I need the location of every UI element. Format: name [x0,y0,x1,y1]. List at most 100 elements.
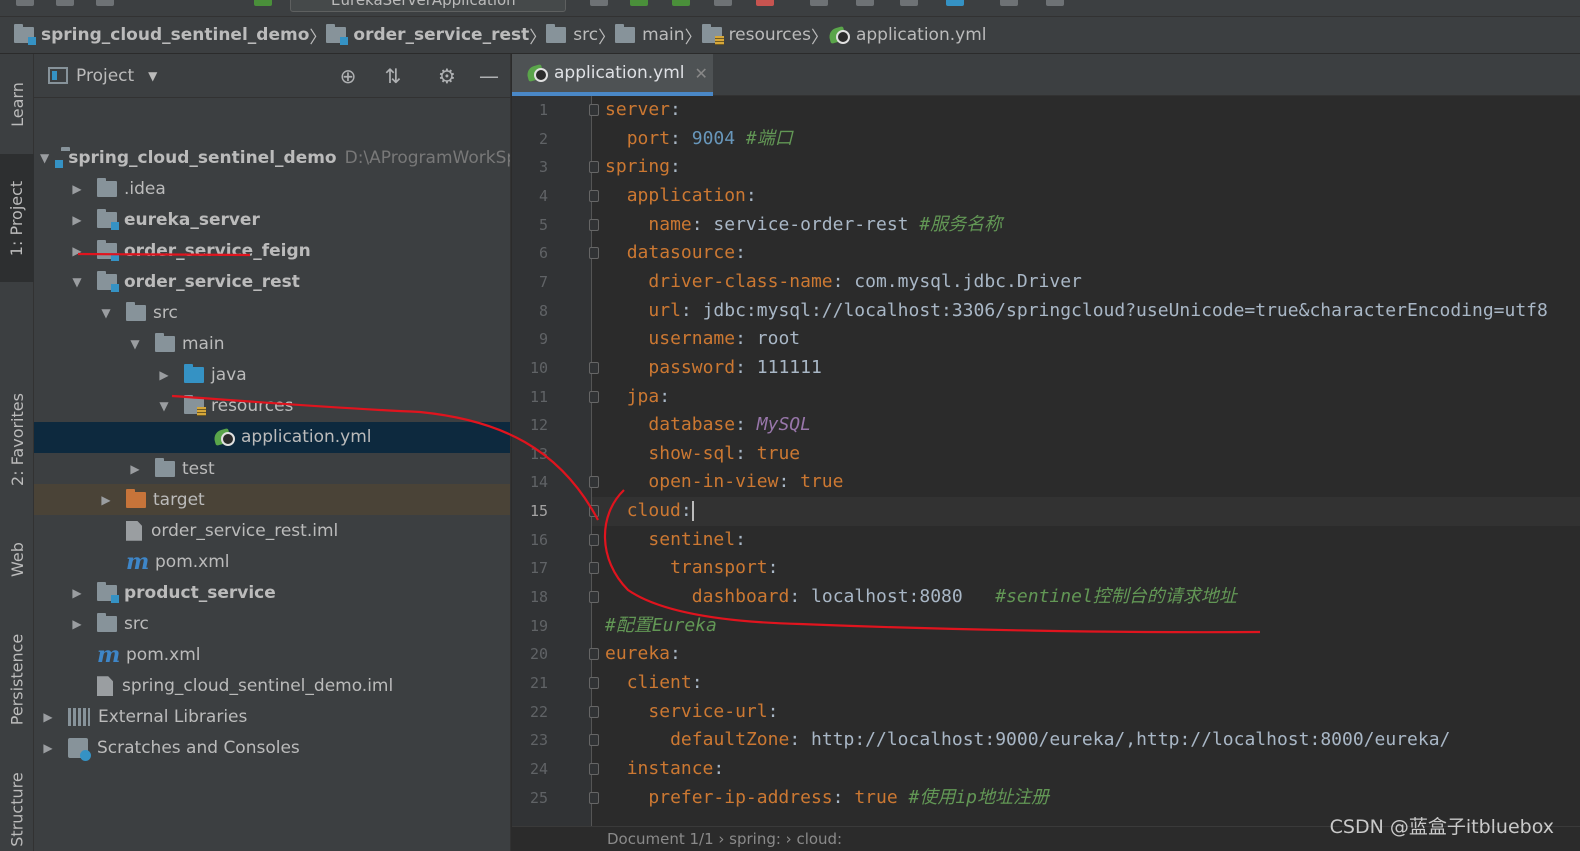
tree-item[interactable]: ▼ src [34,298,510,329]
collapsed-arrow-icon[interactable]: ▶ [69,586,85,600]
update-icon[interactable] [856,0,874,6]
tree-item[interactable]: ▼ main [34,329,510,360]
code-line[interactable]: port: 9004 #端口 [627,125,793,153]
tree-item[interactable]: order_service_rest.iml [34,515,510,546]
run-configuration-selector[interactable]: EurekaServerApplication [290,0,566,12]
breadcrumb-item[interactable]: resources [701,24,811,45]
code-line[interactable]: service-url: [648,698,778,726]
tree-item[interactable]: ▶ Scratches and Consoles [34,733,510,764]
fold-marker-icon[interactable] [589,562,599,575]
minimize-icon[interactable]: — [478,66,500,88]
fold-marker-icon[interactable] [589,161,599,174]
code-line[interactable]: sentinel: [648,526,746,554]
breadcrumb-item[interactable]: src [546,24,598,45]
project-structure-icon[interactable] [946,0,964,6]
stop-icon[interactable] [756,0,774,6]
fold-marker-icon[interactable] [589,505,599,518]
tree-item[interactable]: ▶ product_service [34,577,510,608]
run-icon[interactable] [590,0,608,6]
debug-icon[interactable] [630,0,648,6]
code-line[interactable]: cloud: [627,497,694,525]
code-line[interactable]: prefer-ip-address: true #使用ip地址注册 [648,784,1049,812]
breadcrumb-item[interactable]: application.yml [828,25,986,45]
code-line[interactable]: transport: [670,554,778,582]
collapsed-arrow-icon[interactable]: ▶ [127,462,143,476]
build-icon[interactable] [254,0,272,6]
tree-item[interactable]: ▶ External Libraries [34,702,510,733]
fold-marker-icon[interactable] [589,361,599,374]
code-line[interactable]: eureka: [605,640,681,668]
fold-marker-icon[interactable] [589,591,599,604]
open-icon[interactable] [16,0,34,6]
save-icon[interactable] [56,0,74,6]
tree-item[interactable]: m pom.xml [34,640,510,671]
tree-item[interactable]: ▶ .idea [34,173,510,204]
fold-marker-icon[interactable] [589,104,599,116]
collapsed-arrow-icon[interactable]: ▶ [69,182,85,196]
code-line[interactable]: database: MySQL [648,411,811,439]
code-line[interactable]: defaultZone: http://localhost:9000/eurek… [670,726,1450,754]
tree-item[interactable]: ▶ java [34,360,510,391]
fold-marker-icon[interactable] [589,677,599,689]
fold-marker-icon[interactable] [589,247,599,260]
fold-marker-icon[interactable] [589,476,599,489]
web-tool-tab[interactable]: Web [0,524,34,594]
expanded-arrow-icon[interactable]: ▼ [98,306,114,320]
tree-item[interactable]: ▶ target [34,484,510,516]
breadcrumb-item[interactable]: order_service_rest [326,24,529,45]
fold-marker-icon[interactable] [589,734,599,747]
favorites-tool-tab[interactable]: 2: Favorites [0,374,34,504]
persistence-tool-tab[interactable]: Persistence [0,614,34,744]
breadcrumb-item[interactable]: spring_cloud_sentinel_demo [14,24,309,45]
fold-marker-icon[interactable] [589,218,599,231]
expanded-arrow-icon[interactable]: ▼ [127,337,143,351]
collapsed-arrow-icon[interactable]: ▶ [40,710,56,724]
expanded-arrow-icon[interactable]: ▼ [40,151,49,165]
fold-marker-icon[interactable] [589,390,599,403]
breadcrumb-item[interactable]: main [615,24,685,45]
code-line[interactable]: driver-class-name: com.mysql.jdbc.Driver [648,268,1081,296]
collapsed-arrow-icon[interactable]: ▶ [40,741,56,755]
fold-marker-icon[interactable] [589,762,599,775]
tree-item[interactable]: ▶ test [34,453,510,484]
sync-icon[interactable] [96,0,114,6]
tree-item[interactable]: ▶ src [34,609,510,640]
code-line[interactable]: username: root [648,325,800,353]
tree-item[interactable]: ▼ spring_cloud_sentinel_demo D:\AProgramWo… [34,142,510,173]
vcs-icon[interactable] [810,0,828,6]
project-view-selector[interactable]: Project [76,66,134,86]
search-icon[interactable] [1046,0,1064,6]
expanded-arrow-icon[interactable]: ▼ [156,399,172,413]
learn-tool-tab[interactable]: Learn [0,64,34,144]
locate-file-icon[interactable]: ⊕ [337,66,359,88]
code-line[interactable]: client: [627,669,703,697]
code-line[interactable]: dashboard: localhost:8080 #sentinel控制台的请… [692,583,1237,611]
collapsed-arrow-icon[interactable]: ▶ [69,617,85,631]
commit-icon[interactable] [900,0,918,6]
collapsed-arrow-icon[interactable]: ▶ [69,244,85,258]
terminal-icon[interactable] [1000,0,1018,6]
gear-icon[interactable]: ⚙ [436,66,458,88]
project-tool-tab[interactable]: 1: Project [0,154,34,282]
code-line[interactable]: #配置Eureka [605,612,717,640]
fold-marker-icon[interactable] [589,648,599,661]
code-line[interactable]: password: 111111 [648,354,821,382]
structure-tool-tab[interactable]: Structure [0,764,34,851]
chevron-down-icon[interactable]: ▼ [148,69,157,83]
code-line[interactable]: url: jdbc:mysql://localhost:3306/springc… [648,297,1547,325]
code-line[interactable]: datasource: [627,239,746,267]
code-editor[interactable]: 1 2 3 4 5 6 7 8 9 10 11 12 13 14 15 16 17 18 19 20 21 22 23 24 2… [512,96,1580,851]
profile-icon[interactable] [714,0,732,6]
code-line[interactable]: jpa: [627,383,670,411]
collapsed-arrow-icon[interactable]: ▶ [98,493,114,507]
tree-item[interactable]: ▼ resources [34,391,510,422]
code-line[interactable]: show-sql: true [648,440,800,468]
fold-marker-icon[interactable] [589,533,599,546]
collapsed-arrow-icon[interactable]: ▶ [69,213,85,227]
tree-item[interactable]: ▶ order_service_feign [34,235,510,266]
code-line[interactable]: open-in-view: true [648,468,843,496]
code-line[interactable]: server: [605,96,681,124]
close-icon[interactable]: ✕ [695,64,708,83]
code-line[interactable]: spring: [605,153,681,181]
code-line[interactable]: name: service-order-rest #服务名称 [648,211,1002,239]
